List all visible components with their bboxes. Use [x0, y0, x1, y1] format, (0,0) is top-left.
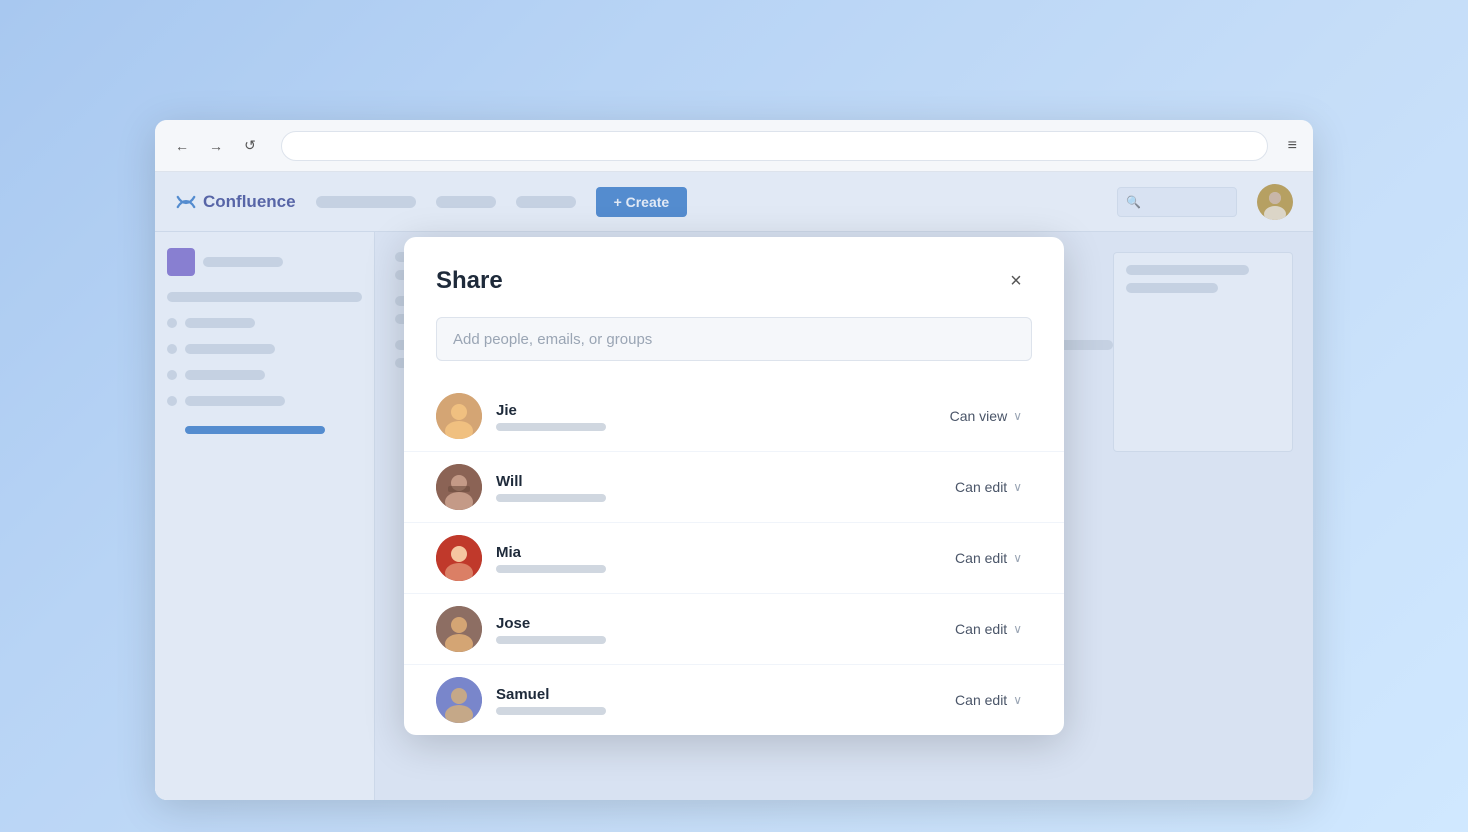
share-info-will: Will: [496, 473, 931, 502]
share-email-placeholder-mia: [496, 565, 606, 573]
share-modal: Share × Add people, emails, or groups: [404, 237, 1064, 735]
permission-label-jose: Can edit: [955, 621, 1007, 637]
permission-label-mia: Can edit: [955, 550, 1007, 566]
permission-label-jie: Can view: [950, 408, 1008, 424]
permission-dropdown-jie[interactable]: Can view ∨: [940, 402, 1032, 430]
chevron-down-icon-samuel: ∨: [1013, 693, 1022, 707]
share-name-mia: Mia: [496, 544, 931, 561]
browser-toolbar: ← → ↺ ≡: [155, 120, 1313, 172]
avatar-mia: [436, 535, 482, 581]
share-email-placeholder-samuel: [496, 707, 606, 715]
share-info-samuel: Samuel: [496, 686, 931, 715]
permission-dropdown-will[interactable]: Can edit ∨: [945, 473, 1032, 501]
permission-dropdown-jose[interactable]: Can edit ∨: [945, 615, 1032, 643]
share-list: Jie Can view ∨: [404, 381, 1064, 735]
share-info-mia: Mia: [496, 544, 931, 573]
modal-header: Share ×: [404, 237, 1064, 317]
url-bar[interactable]: [281, 131, 1268, 161]
browser-menu-button[interactable]: ≡: [1288, 137, 1297, 155]
modal-overlay: Share × Add people, emails, or groups: [155, 172, 1313, 800]
share-info-jie: Jie: [496, 402, 926, 431]
chevron-down-icon-jose: ∨: [1013, 622, 1022, 636]
avatar-samuel: [436, 677, 482, 723]
share-info-jose: Jose: [496, 615, 931, 644]
search-placeholder-text: Add people, emails, or groups: [453, 331, 652, 348]
refresh-button[interactable]: ↺: [239, 135, 261, 157]
back-button[interactable]: ←: [171, 135, 193, 157]
permission-dropdown-samuel[interactable]: Can edit ∨: [945, 686, 1032, 714]
share-item-jose: Jose Can edit ∨: [404, 593, 1064, 664]
share-name-samuel: Samuel: [496, 686, 931, 703]
close-button[interactable]: ×: [1000, 265, 1032, 297]
permission-label-will: Can edit: [955, 479, 1007, 495]
avatar-jose: [436, 606, 482, 652]
share-item-will: Will Can edit ∨: [404, 451, 1064, 522]
share-item-jie: Jie Can view ∨: [404, 381, 1064, 451]
permission-label-samuel: Can edit: [955, 692, 1007, 708]
chevron-down-icon-jie: ∨: [1013, 409, 1022, 423]
forward-button[interactable]: →: [205, 135, 227, 157]
permission-dropdown-mia[interactable]: Can edit ∨: [945, 544, 1032, 572]
app-content: Confluence + Create 🔍: [155, 172, 1313, 800]
share-name-jose: Jose: [496, 615, 931, 632]
avatar-will: [436, 464, 482, 510]
share-email-placeholder-jie: [496, 423, 606, 431]
share-email-placeholder-will: [496, 494, 606, 502]
share-item-samuel: Samuel Can edit ∨: [404, 664, 1064, 735]
modal-title: Share: [436, 267, 503, 295]
avatar-jie: [436, 393, 482, 439]
share-email-placeholder-jose: [496, 636, 606, 644]
chevron-down-icon-mia: ∨: [1013, 551, 1022, 565]
people-search-input[interactable]: Add people, emails, or groups: [436, 317, 1032, 361]
chevron-down-icon-will: ∨: [1013, 480, 1022, 494]
share-item-mia: Mia Can edit ∨: [404, 522, 1064, 593]
share-name-jie: Jie: [496, 402, 926, 419]
share-name-will: Will: [496, 473, 931, 490]
browser-window: ← → ↺ ≡ Confluence + Create 🔍: [155, 120, 1313, 800]
